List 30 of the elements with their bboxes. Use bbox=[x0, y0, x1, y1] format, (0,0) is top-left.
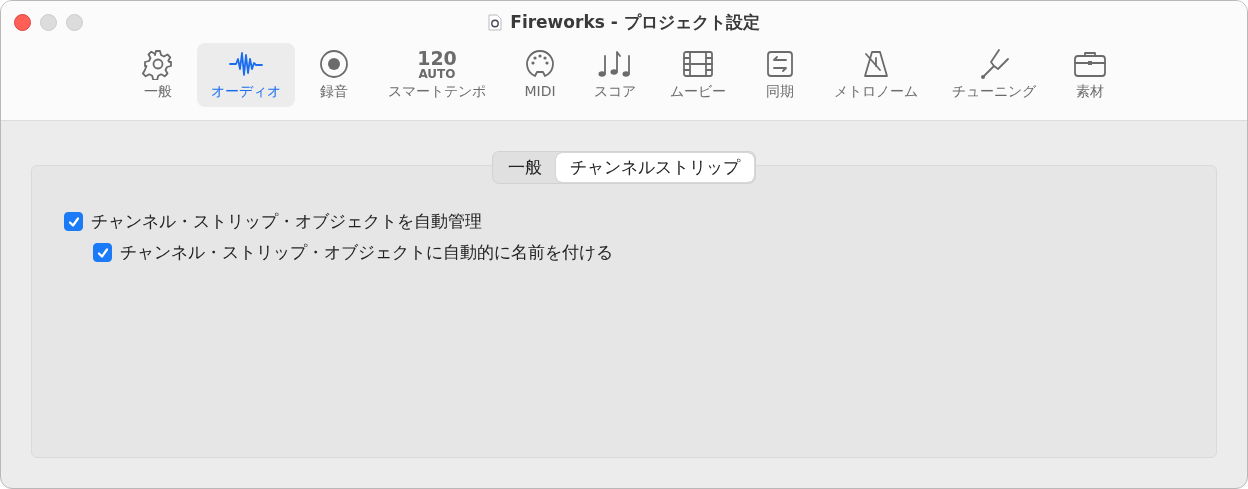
tab[interactable]: チャンネルストリップ bbox=[556, 153, 754, 182]
document-icon bbox=[488, 13, 503, 31]
sync-arrows-icon bbox=[765, 48, 795, 80]
toolbar-tab[interactable]: メトロノーム bbox=[819, 43, 933, 107]
tempo-readout: AUTO bbox=[418, 67, 456, 80]
toolbar-tab[interactable]: オーディオ bbox=[197, 43, 295, 107]
toolbar-tab[interactable]: ムービー bbox=[655, 43, 741, 107]
toolbar-tab[interactable]: 120 AUTO スマートテンポ bbox=[373, 43, 501, 107]
film-icon bbox=[681, 48, 715, 80]
toolbar-tab[interactable]: スコア bbox=[579, 43, 651, 107]
checkbox[interactable] bbox=[64, 212, 83, 231]
close-button[interactable] bbox=[14, 14, 31, 31]
checkmark-icon bbox=[95, 245, 110, 260]
toolbar-tab[interactable]: MIDI bbox=[505, 43, 575, 107]
tab[interactable]: 一般 bbox=[494, 153, 556, 182]
toolbar-tab[interactable]: 同期 bbox=[745, 43, 815, 107]
record-icon bbox=[318, 48, 350, 80]
toolbar-tab[interactable]: 録音 bbox=[299, 43, 369, 107]
tempo-readout: 120 bbox=[417, 48, 457, 68]
music-notes-icon bbox=[597, 48, 633, 80]
toolbar-tab[interactable]: 一般 bbox=[123, 43, 193, 107]
checkbox-label[interactable]: チャンネル・ストリップ・オブジェクトを自動管理 bbox=[91, 210, 482, 233]
midi-connector-icon bbox=[524, 48, 556, 80]
toolbar-tab[interactable]: チューニング bbox=[937, 43, 1051, 107]
toolbar-tab[interactable]: 素材 bbox=[1055, 43, 1125, 107]
gear-icon bbox=[142, 48, 174, 80]
checkbox[interactable] bbox=[93, 243, 112, 262]
window-title: Fireworks - プロジェクト設定 bbox=[510, 10, 760, 34]
checkmark-icon bbox=[66, 214, 81, 229]
checkbox-label[interactable]: チャンネル・ストリップ・オブジェクトに自動的に名前を付ける bbox=[120, 241, 613, 264]
